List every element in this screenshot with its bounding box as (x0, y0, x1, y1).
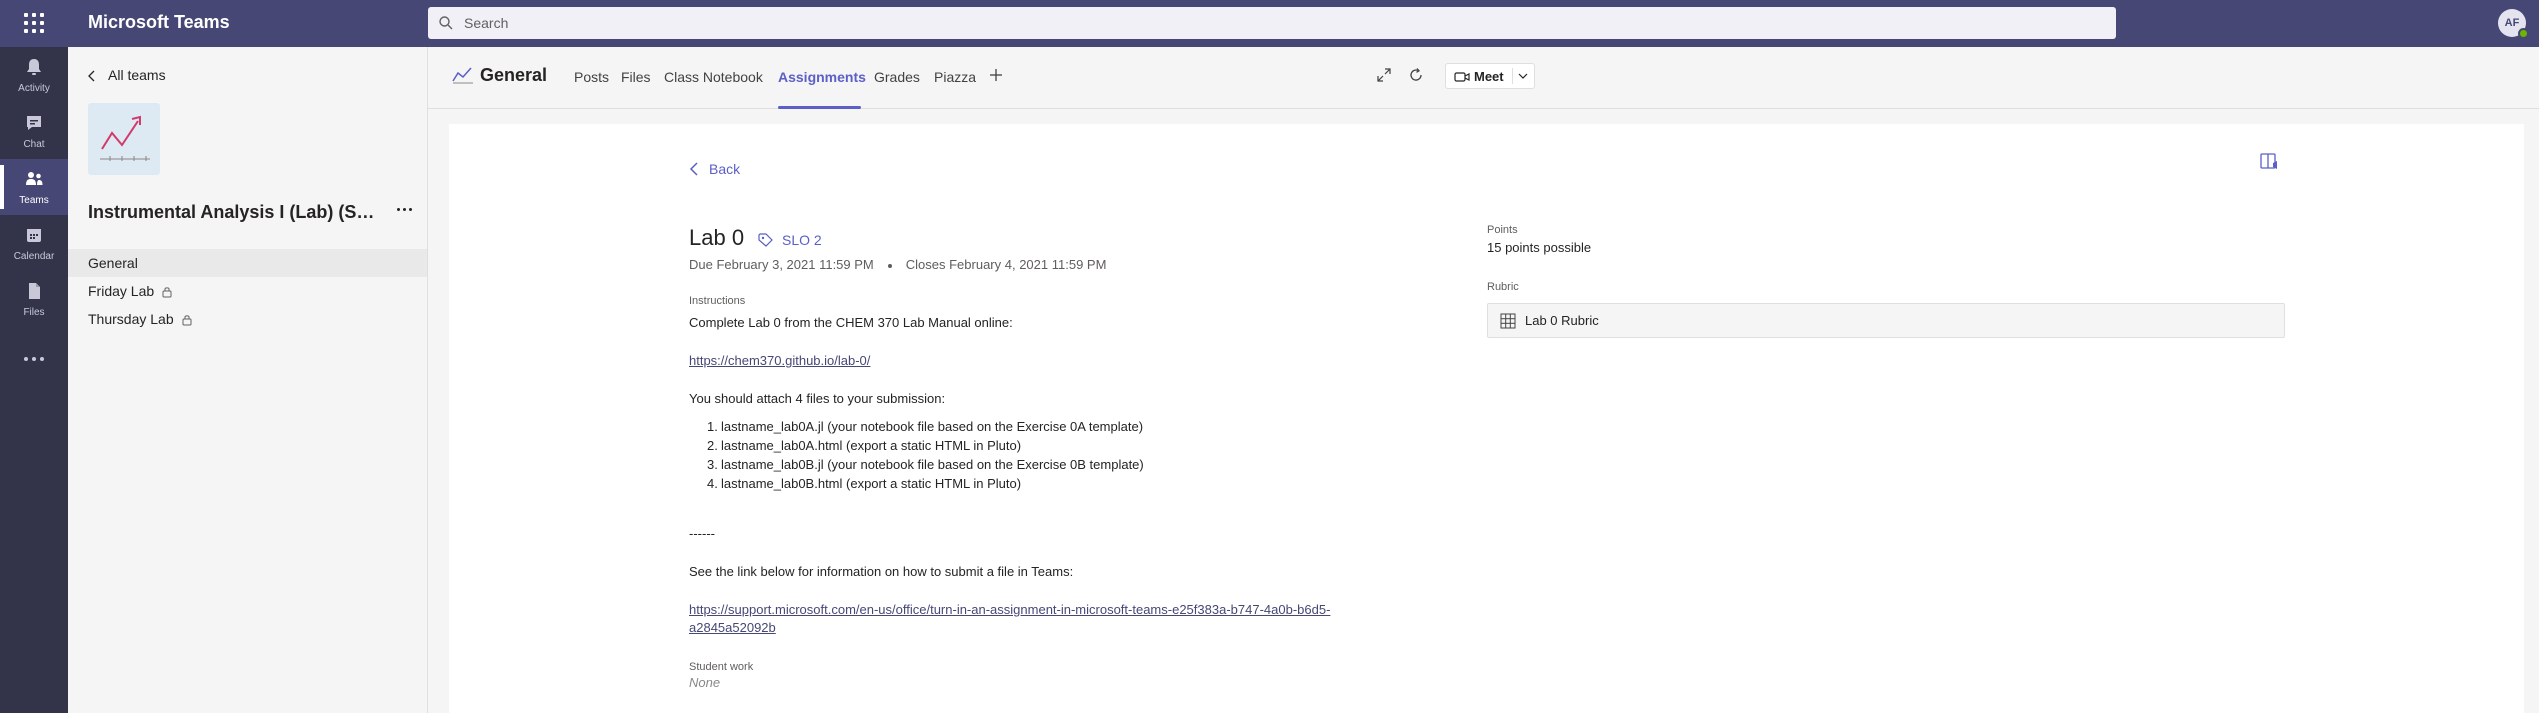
assignment-dates: Due February 3, 2021 11:59 PM Closes Febr… (689, 257, 1106, 272)
chevron-down-icon[interactable] (1518, 72, 1528, 80)
student-work-value: None (689, 675, 721, 690)
chevron-left-icon (88, 70, 95, 82)
rail-item-activity[interactable]: Activity (0, 47, 68, 103)
rail-item-label: Teams (19, 195, 49, 206)
team-chart-logo-icon (100, 115, 150, 161)
search-icon (439, 16, 453, 30)
channel-friday-lab[interactable]: Friday Lab (68, 277, 427, 305)
channel-header: General Posts Files Class Notebook Assig… (428, 47, 2539, 109)
all-teams-label: All teams (108, 67, 166, 83)
channel-label: Friday Lab (88, 283, 155, 299)
support-link[interactable]: https://support.microsoft.com/en-us/offi… (689, 602, 1330, 617)
avatar-initials: AF (2504, 17, 2520, 29)
lab-manual-link[interactable]: https://chem370.github.io/lab-0/ (689, 353, 870, 368)
grid-table-icon (1500, 313, 1516, 329)
avatar[interactable]: AF (2498, 9, 2529, 39)
tab-grades[interactable]: Grades (874, 69, 920, 85)
assignment-title: Lab 0 (689, 225, 745, 250)
list-item: 3. lastname_lab0B.jl (your notebook file … (707, 457, 1144, 472)
file-list: 1. lastname_lab0A.jl (your notebook file … (707, 417, 1144, 493)
expand-icon[interactable] (1376, 67, 1392, 83)
see-link-note: See the link below for information on ho… (689, 564, 1074, 579)
support-link-continued[interactable]: a2845a52092b (689, 620, 776, 635)
calendar-icon (27, 229, 41, 242)
list-item: 2. lastname_lab0A.html (export a static H… (707, 438, 1022, 453)
files-icon (29, 283, 40, 299)
channel-title: General (480, 65, 548, 85)
meet-button[interactable]: Meet (1445, 63, 1535, 89)
tag-label: SLO 2 (782, 232, 822, 248)
separator-text: ------ (689, 526, 715, 541)
rail-item-chat[interactable]: Chat (0, 103, 68, 159)
rail-item-label: Files (23, 307, 45, 318)
rail-item-calendar[interactable]: Calendar (0, 215, 68, 271)
teams-icon (26, 172, 43, 185)
chevron-left-icon (689, 162, 698, 176)
rubric-button[interactable]: Lab 0 Rubric (1487, 303, 2285, 338)
top-bar: Microsoft Teams AF (0, 0, 2539, 47)
team-logo (88, 103, 160, 175)
list-item: 4. lastname_lab0B.html (export a static H… (707, 476, 1022, 491)
reload-icon[interactable] (1408, 67, 1424, 83)
meet-button-label: Meet (1474, 69, 1504, 84)
video-camera-icon (1454, 72, 1470, 82)
channel-thursday-lab[interactable]: Thursday Lab (68, 305, 427, 333)
list-item: 1. lastname_lab0A.jl (your notebook file … (707, 419, 1144, 434)
search-bar[interactable] (428, 7, 2116, 39)
add-tab-icon[interactable] (988, 67, 1004, 83)
tab-piazza[interactable]: Piazza (934, 69, 976, 85)
tab-class-notebook[interactable]: Class Notebook (664, 69, 763, 85)
tab-files[interactable]: Files (621, 69, 651, 85)
app-launcher-icon[interactable] (24, 13, 44, 33)
tab-assignments[interactable]: Assignments (778, 69, 866, 85)
back-label: Back (709, 161, 741, 177)
team-name: Instrumental Analysis I (Lab) (Spring 20… (88, 202, 378, 222)
rubric-name: Lab 0 Rubric (1525, 313, 1599, 328)
instructions-label: Instructions (689, 295, 746, 307)
student-work-label: Student work (689, 661, 754, 673)
search-input[interactable] (458, 7, 2098, 39)
rail-item-teams[interactable]: Teams (0, 159, 68, 215)
presence-available-icon (2518, 28, 2529, 39)
instructions-intro: Complete Lab 0 from the CHEM 370 Lab Man… (689, 315, 1013, 330)
immersive-reader-icon[interactable] (2259, 152, 2281, 172)
active-tab-indicator (778, 106, 861, 109)
rail-item-label: Calendar (13, 251, 55, 262)
rail-item-files[interactable]: Files (0, 271, 68, 327)
lock-icon (182, 315, 192, 326)
channel-label: General (88, 255, 138, 271)
tag-icon (758, 233, 773, 247)
rubric-label: Rubric (1487, 281, 1519, 293)
more-apps-icon[interactable] (0, 339, 68, 379)
tab-posts[interactable]: Posts (574, 69, 609, 85)
channel-general[interactable]: General (68, 249, 427, 277)
rail-item-label: Activity (18, 83, 50, 94)
lock-icon (162, 287, 172, 298)
app-rail: Activity Chat Teams Calendar Files (0, 47, 68, 713)
attach-note: You should attach 4 files to your submis… (689, 391, 946, 406)
assignment-card: Back Lab 0 SLO 2 Due February 3, 2021 11… (449, 124, 2524, 713)
app-title: Microsoft Teams (88, 12, 230, 32)
points-value: 15 points possible (1487, 240, 1592, 255)
close-date: Closes February 4, 2021 11:59 PM (905, 257, 1107, 272)
team-more-options-icon[interactable] (393, 197, 417, 221)
channel-label: Thursday Lab (88, 311, 174, 327)
channel-chart-icon (452, 67, 473, 84)
team-pane: All teams Instrumental Analysis I (Lab) … (68, 47, 428, 713)
points-label: Points (1487, 224, 1518, 236)
chat-icon (27, 116, 41, 130)
due-date: Due February 3, 2021 11:59 PM (689, 257, 874, 272)
rail-item-label: Chat (23, 139, 45, 150)
bell-icon (27, 59, 41, 75)
